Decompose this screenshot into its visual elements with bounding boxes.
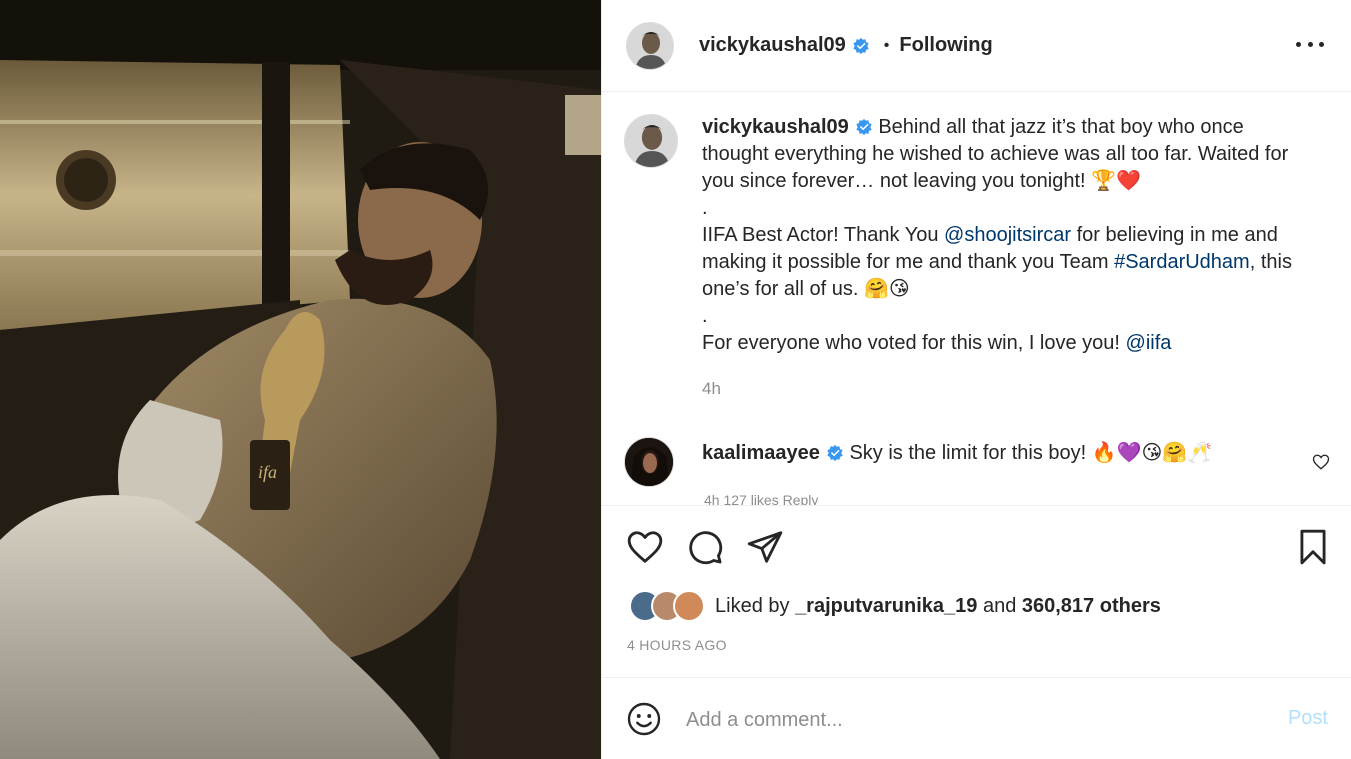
- post-timestamp[interactable]: 4 HOURS AGO: [627, 637, 727, 653]
- likes-text: Liked by _rajputvarunika_19 and 360,817 …: [715, 595, 1161, 618]
- comments-section[interactable]: vickykaushal09 Behind all that jazz it’s…: [602, 92, 1351, 505]
- svg-text:ifa: ifa: [258, 462, 277, 482]
- hashtag-link[interactable]: #SardarUdham: [1114, 251, 1250, 273]
- more-icon-dot: [1319, 41, 1324, 47]
- liker-avatars: [629, 590, 709, 622]
- heart-icon[interactable]: [626, 528, 664, 566]
- verified-icon: [856, 118, 872, 136]
- liker-avatar: [673, 590, 705, 622]
- following-button[interactable]: Following: [899, 34, 992, 57]
- likes-row[interactable]: Liked by _rajputvarunika_19 and 360,817 …: [629, 590, 1161, 622]
- commenter-username[interactable]: kaalimaayee: [702, 442, 820, 464]
- commenter-avatar[interactable]: [624, 437, 674, 487]
- caption-text: vickykaushal09 Behind all that jazz it’s…: [702, 114, 1312, 402]
- comment-like-icon[interactable]: [1312, 453, 1330, 471]
- comment-icon[interactable]: [686, 528, 724, 566]
- header-separator: •: [883, 36, 890, 54]
- share-icon[interactable]: [746, 528, 784, 566]
- post-side-panel: vickykaushal09 • Following vickykaushal0…: [601, 0, 1351, 759]
- caption-avatar[interactable]: [624, 114, 678, 168]
- more-icon-dot: [1307, 41, 1313, 47]
- add-comment-bar: Post: [602, 677, 1351, 759]
- comment-input[interactable]: [686, 706, 1246, 734]
- likes-count[interactable]: 360,817 others: [1022, 595, 1161, 617]
- post-image: ifa: [0, 0, 601, 759]
- commenter-avatar-image: [625, 438, 673, 486]
- caption-line-3: For everyone who voted for this win, I l…: [702, 332, 1126, 354]
- caption-separator: .: [702, 197, 708, 219]
- comment-meta[interactable]: 4h 127 likes Reply: [704, 492, 818, 505]
- mention-link[interactable]: @shoojitsircar: [944, 224, 1071, 246]
- caption-time[interactable]: 4h: [702, 375, 1312, 402]
- comment-item: kaalimaayee Sky is the limit for this bo…: [624, 437, 1330, 487]
- comment-text: kaalimaayee Sky is the limit for this bo…: [702, 437, 1212, 487]
- author-username[interactable]: vickykaushal09: [699, 34, 846, 57]
- liker-username[interactable]: _rajputvarunika_19: [795, 595, 977, 617]
- likes-mid: and: [977, 594, 1022, 617]
- author-avatar-image: [627, 22, 673, 69]
- likes-prefix: Liked by: [715, 594, 796, 617]
- mention-link[interactable]: @iifa: [1126, 332, 1172, 354]
- post-comment-button[interactable]: Post: [1288, 707, 1328, 730]
- post-caption: vickykaushal09 Behind all that jazz it’s…: [624, 114, 1312, 402]
- post-photo[interactable]: ifa: [0, 0, 601, 759]
- verified-icon: [827, 444, 843, 462]
- caption-username[interactable]: vickykaushal09: [702, 116, 849, 138]
- caption-avatar-image: [625, 115, 677, 167]
- more-options-button[interactable]: [1296, 34, 1324, 54]
- caption-line-2a: IIFA Best Actor! Thank You: [702, 224, 945, 246]
- comment-content: Sky is the limit for this boy! 🔥💜😘🤗🥂: [849, 442, 1213, 464]
- post-header: vickykaushal09 • Following: [602, 0, 1351, 92]
- emoji-icon[interactable]: [626, 701, 662, 737]
- caption-separator: .: [702, 305, 708, 327]
- post-actions: [602, 505, 1351, 585]
- more-icon: [1296, 41, 1301, 47]
- bookmark-icon[interactable]: [1294, 528, 1332, 566]
- verified-icon: [853, 37, 869, 54]
- author-avatar[interactable]: [626, 21, 674, 70]
